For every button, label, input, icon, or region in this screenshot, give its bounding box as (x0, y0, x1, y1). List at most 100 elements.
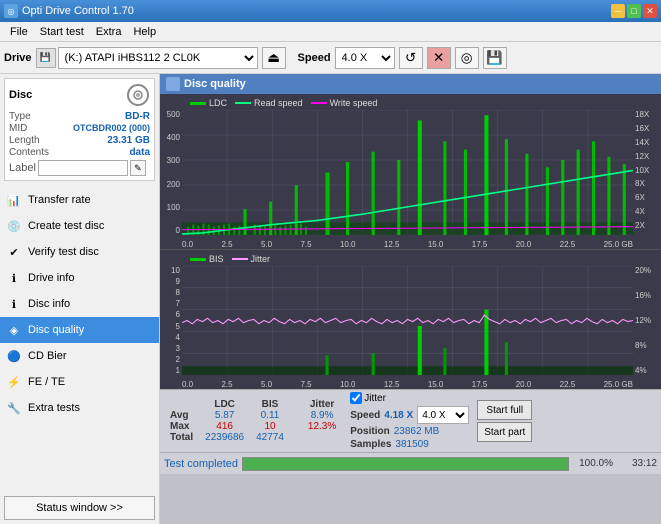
sidebar-item-disc-info[interactable]: ℹ Disc info (0, 291, 159, 317)
status-window-button[interactable]: Status window >> (4, 496, 155, 520)
bis-legend-label: BIS (209, 254, 224, 264)
ldc-max: 416 (199, 421, 250, 432)
disc-label-row: Label ✎ (9, 160, 150, 176)
menu-help[interactable]: Help (127, 24, 162, 40)
close-button[interactable]: ✕ (643, 4, 657, 18)
total-label: Total (164, 432, 199, 443)
chart2-container: BIS Jitter 10987654321 20%16%12%8%4% (160, 249, 661, 389)
jitter-checkbox[interactable] (350, 392, 362, 404)
menu-extra[interactable]: Extra (90, 24, 128, 40)
disc-type-row: Type BD-R (9, 111, 150, 122)
sidebar-nav: 📊 Transfer rate 💿 Create test disc ✔ Ver… (0, 187, 159, 421)
position-row: Position 23862 MB (350, 426, 469, 437)
menu-start-test[interactable]: Start test (34, 24, 90, 40)
ldc-legend-label: LDC (209, 98, 227, 108)
speed-static-label: Speed (350, 410, 380, 421)
start-buttons: Start full Start part (477, 400, 532, 442)
samples-label: Samples (350, 439, 391, 450)
read-speed-legend-color (235, 102, 251, 104)
nav-label-disc-quality: Disc quality (28, 324, 84, 336)
chart2-legend: BIS Jitter (160, 252, 661, 266)
panel-title: Disc quality (184, 78, 246, 90)
speed-row: Speed 4.18 X 4.0 X (350, 406, 469, 424)
label-input[interactable] (38, 160, 128, 176)
sidebar: Disc Type BD-R MID OTCBDR002 (000) Lengt… (0, 74, 160, 524)
progress-bar-outer (242, 457, 569, 471)
chart1-x-labels: 0.02.55.07.510.012.515.017.520.022.525.0… (182, 240, 633, 249)
nav-label-disc-info: Disc info (28, 298, 70, 310)
sidebar-item-verify-test-disc[interactable]: ✔ Verify test disc (0, 239, 159, 265)
ldc-legend-color (190, 102, 206, 105)
nav-label-create-test-disc: Create test disc (28, 220, 104, 232)
sidebar-item-transfer-rate[interactable]: 📊 Transfer rate (0, 187, 159, 213)
fe-te-icon: ⚡ (6, 374, 22, 390)
erase-button[interactable]: ✕ (427, 47, 451, 69)
title-bar: ◎ Opti Drive Control 1.70 ─ □ ✕ (0, 0, 661, 22)
menu-file[interactable]: File (4, 24, 34, 40)
drive-bar: Drive 💾 (K:) ATAPI iHBS112 2 CL0K ⏏ Spee… (0, 42, 661, 74)
disc-length-row: Length 23.31 GB (9, 135, 150, 146)
status-label: Test completed (164, 458, 238, 470)
start-full-button[interactable]: Start full (477, 400, 532, 420)
progress-time: 33:12 (617, 458, 657, 469)
disc-info-icon: ℹ (6, 296, 22, 312)
save-button[interactable]: 💾 (483, 47, 507, 69)
jitter-speed-section: Jitter Speed 4.18 X 4.0 X Position 23862… (350, 392, 469, 450)
panel-header: Disc quality (160, 74, 661, 94)
samples-row: Samples 381509 (350, 439, 469, 450)
start-part-button[interactable]: Start part (477, 422, 532, 442)
transfer-rate-icon: 📊 (6, 192, 22, 208)
progress-bar-inner (243, 458, 568, 470)
max-label: Max (164, 421, 199, 432)
sidebar-item-create-test-disc[interactable]: 💿 Create test disc (0, 213, 159, 239)
verify-disc-icon: ✔ (6, 244, 22, 260)
bis-max: 10 (250, 421, 290, 432)
refresh-button[interactable]: ↺ (399, 47, 423, 69)
app-title: Opti Drive Control 1.70 (22, 5, 134, 17)
drive-info-icon: ℹ (6, 270, 22, 286)
jitter-legend-color (232, 258, 248, 260)
stats-bar: LDC BIS Jitter Avg 5.87 0.11 8.9% Max 41… (160, 389, 661, 452)
nav-label-extra-tests: Extra tests (28, 402, 80, 414)
write-speed-legend-color (311, 102, 327, 104)
position-value: 23862 MB (394, 426, 440, 437)
disc-mid-row: MID OTCBDR002 (000) (9, 123, 150, 134)
menu-bar: File Start test Extra Help (0, 22, 661, 42)
bis-total: 42774 (250, 432, 290, 443)
disc-quality-icon: ◈ (6, 322, 22, 338)
chart2-svg (182, 266, 633, 375)
samples-value: 381509 (395, 439, 428, 450)
jitter-max: 12.3% (302, 421, 342, 432)
speed-label: Speed (298, 52, 331, 64)
drive-select[interactable]: (K:) ATAPI iHBS112 2 CL0K (58, 47, 258, 69)
disc-icon (126, 83, 150, 107)
chart1-svg (182, 110, 633, 235)
jitter-check-row: Jitter (350, 392, 469, 404)
sidebar-item-cd-bier[interactable]: 🔵 CD Bier (0, 343, 159, 369)
minimize-button[interactable]: ─ (611, 4, 625, 18)
drive-icon: 💾 (36, 48, 56, 68)
position-label: Position (350, 426, 389, 437)
speed-dropdown[interactable]: 4.0 X (417, 406, 469, 424)
chart2-x-labels: 0.02.55.07.510.012.515.017.520.022.525.0… (182, 380, 633, 389)
disc-button[interactable]: ◎ (455, 47, 479, 69)
chart1-y-labels-left: 500 400 300 200 100 0 (160, 110, 182, 235)
bis-legend-color (190, 258, 206, 261)
sidebar-item-fe-te[interactable]: ⚡ FE / TE (0, 369, 159, 395)
sidebar-item-disc-quality[interactable]: ◈ Disc quality (0, 317, 159, 343)
chart1-y-labels-right: 18X 16X 14X 12X 10X 8X 6X 4X 2X (633, 110, 661, 235)
maximize-button[interactable]: □ (627, 4, 641, 18)
nav-label-fe-te: FE / TE (28, 376, 65, 388)
speed-value: 4.18 X (384, 410, 413, 421)
nav-label-verify-test-disc: Verify test disc (28, 246, 99, 258)
read-speed-legend-label: Read speed (254, 98, 303, 108)
sidebar-item-extra-tests[interactable]: 🔧 Extra tests (0, 395, 159, 421)
label-edit-button[interactable]: ✎ (130, 160, 146, 176)
eject-button[interactable]: ⏏ (262, 47, 286, 69)
chart1-container: LDC Read speed Write speed 500 400 300 2… (160, 94, 661, 249)
sidebar-item-drive-info[interactable]: ℹ Drive info (0, 265, 159, 291)
jitter-check-label: Jitter (364, 393, 386, 404)
progress-percent: 100.0% (573, 458, 613, 469)
speed-select[interactable]: 4.0 X (335, 47, 395, 69)
app-icon: ◎ (4, 4, 18, 18)
